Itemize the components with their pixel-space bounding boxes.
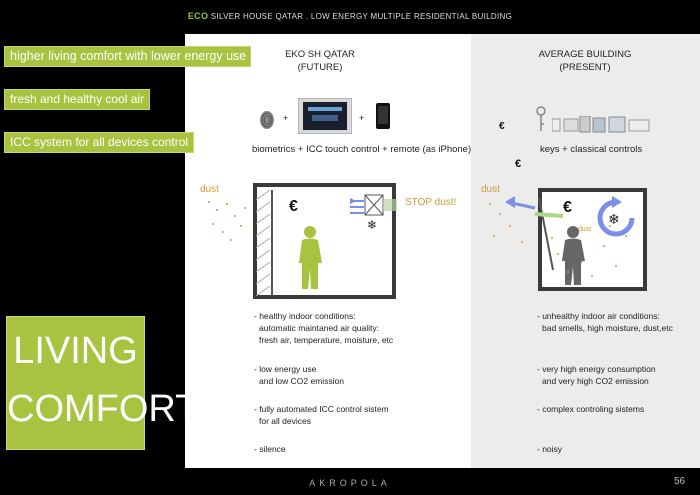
akropola-logo: AKROPOLA [309,478,391,488]
present-caption: keys + classical controls [540,144,643,155]
window-hatch [256,190,271,297]
svg-text:❄: ❄ [367,218,377,232]
classical-controls-icon [552,116,650,133]
future-bullet-4: - silence [254,444,286,454]
fingerprint-icon [260,111,274,129]
future-caption: biometrics + ICC touch control + remote … [252,144,472,155]
living-comfort-box: LIVING COMFORT [6,316,199,450]
key-icon [536,106,546,131]
tag-living-comfort: higher living comfort with lower energy … [4,46,251,67]
future-title: EKO SH QATAR [285,49,355,60]
person-green-figure [299,226,322,289]
present-bullet-3: - complex controling sistems [537,404,645,414]
stop-dust-label: STOP dust! [405,197,457,208]
euro-small-1: € [499,121,505,132]
present-subtitle: (PRESENT) [559,62,611,73]
present-dust-particles [489,203,627,277]
future-dust-label: dust [200,184,219,195]
present-heading: AVERAGE BUILDING (PRESENT) [520,48,650,74]
present-bullet-4: - noisy [537,444,563,454]
future-subtitle: (FUTURE) [297,62,343,73]
page-number: 56 [674,476,686,487]
header-title: ECO SILVER HOUSE QATAR . LOW ENERGY MULT… [0,11,700,21]
plus-sign-1: + [283,113,289,123]
present-bullet-1: - unhealthy indoor air conditions: bad s… [537,311,673,333]
phone-icon [376,103,390,129]
tag-fresh-air: fresh and healthy cool air [4,89,151,110]
header-eco: ECO [187,11,209,21]
header-rest: SILVER HOUSE QATAR . LOW ENERGY MULTIPLE… [208,12,513,21]
future-heading: EKO SH QATAR (FUTURE) [270,48,370,74]
big-box-line1: LIVING [13,330,138,372]
present-title: AVERAGE BUILDING [538,49,632,60]
present-dust-label: dust [481,184,500,195]
future-window-frame [271,190,273,296]
tag-icc-system: ICC system for all devices control [4,132,195,153]
future-bullet-3: - fully automated ICC control sistem for… [254,404,389,426]
touch-panel-icon [298,98,352,134]
future-euro: € [289,198,298,215]
present-bullet-2: - very high energy consumption and very … [537,364,656,386]
euro-small-2: € [515,158,522,170]
plus-sign-2: + [359,113,365,123]
future-dust-particles [208,201,246,241]
big-box-line2: COMFORT [7,388,199,430]
future-bullet-2: - low energy use and low CO2 emission [254,364,345,386]
future-bullet-1: - healthy indoor conditions: automatic m… [254,311,394,345]
ventilation-unit-icon: ❄ [350,194,397,232]
